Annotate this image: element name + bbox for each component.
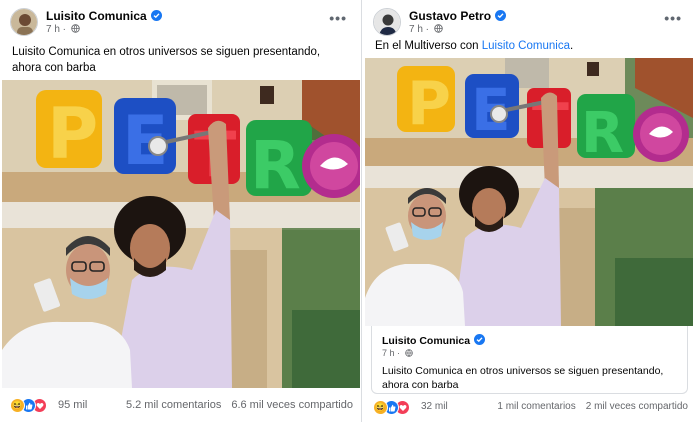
svg-text:R: R [250,127,301,204]
post-photo[interactable]: P E T R [2,80,360,388]
mention-link[interactable]: Luisito Comunica [482,40,570,52]
post-text: En el Multiverso con Luisito Comunica. [375,38,686,54]
shared-post-text: Luisito Comunica en otros universos se s… [382,365,664,391]
verified-badge-icon [495,10,507,21]
post-stats: 1 mil comentarios 2 mil veces compartido [487,401,688,412]
shared-post-card[interactable]: Luisito Comunica 7 h · Luisito Comunica … [371,326,688,394]
right-post: Gustavo Petro 7 h · ••• En el Multiverso… [363,0,696,422]
svg-text:R: R [581,101,624,166]
shared-post-meta: 7 h · [382,348,413,358]
haha-reaction-icon: 😆 [10,398,25,413]
shares-count[interactable]: 6.6 mil veces compartido [231,399,353,411]
more-options-icon[interactable]: ••• [664,10,682,26]
post-header: Luisito Comunica 7 h · ••• [0,0,361,40]
post-text: Luisito Comunica en otros universos se s… [12,46,321,74]
post-photo[interactable]: P E T R [365,58,693,326]
shared-post-time[interactable]: 7 h · [382,348,400,358]
post-footer: 😆 32 mil 1 mil comentarios 2 mil veces co… [363,398,696,420]
globe-icon [71,24,80,33]
author-name-text[interactable]: Gustavo Petro [409,9,491,23]
avatar[interactable] [373,8,401,36]
shares-count[interactable]: 2 mil veces compartido [586,401,688,412]
author-name[interactable]: Gustavo Petro [409,9,507,23]
globe-icon [434,24,443,33]
comments-count[interactable]: 5.2 mil comentarios [126,399,221,411]
post-text-suffix: . [569,40,574,52]
post-text-prefix: En el Multiverso con [375,40,482,52]
comments-count[interactable]: 1 mil comentarios [497,401,575,412]
svg-text:P: P [407,69,451,139]
globe-icon [404,349,413,357]
post-meta: 7 h · [409,24,443,35]
reaction-count[interactable]: 95 mil [58,399,87,411]
shared-author-name-text[interactable]: Luisito Comunica [382,335,470,347]
left-post: Luisito Comunica 7 h · ••• Luisito Comun… [0,0,362,422]
verified-badge-icon [474,334,486,345]
avatar[interactable] [10,8,38,36]
post-stats: 5.2 mil comentarios 6.6 mil veces compart… [116,399,353,411]
post-footer: 😆 95 mil 5.2 mil comentarios 6.6 mil vece… [0,396,361,418]
author-name-text[interactable]: Luisito Comunica [46,9,147,23]
author-name[interactable]: Luisito Comunica [46,9,162,23]
haha-reaction-icon: 😆 [373,400,388,415]
post-time[interactable]: 7 h · [409,24,429,35]
post-time[interactable]: 7 h · [46,24,66,35]
verified-badge-icon [150,10,162,21]
shared-author-name[interactable]: Luisito Comunica [382,334,486,347]
post-header: Gustavo Petro 7 h · ••• [363,0,696,40]
svg-text:P: P [47,93,98,175]
more-options-icon[interactable]: ••• [329,10,347,26]
reaction-count[interactable]: 32 mil [421,401,448,412]
post-meta: 7 h · [46,24,80,35]
